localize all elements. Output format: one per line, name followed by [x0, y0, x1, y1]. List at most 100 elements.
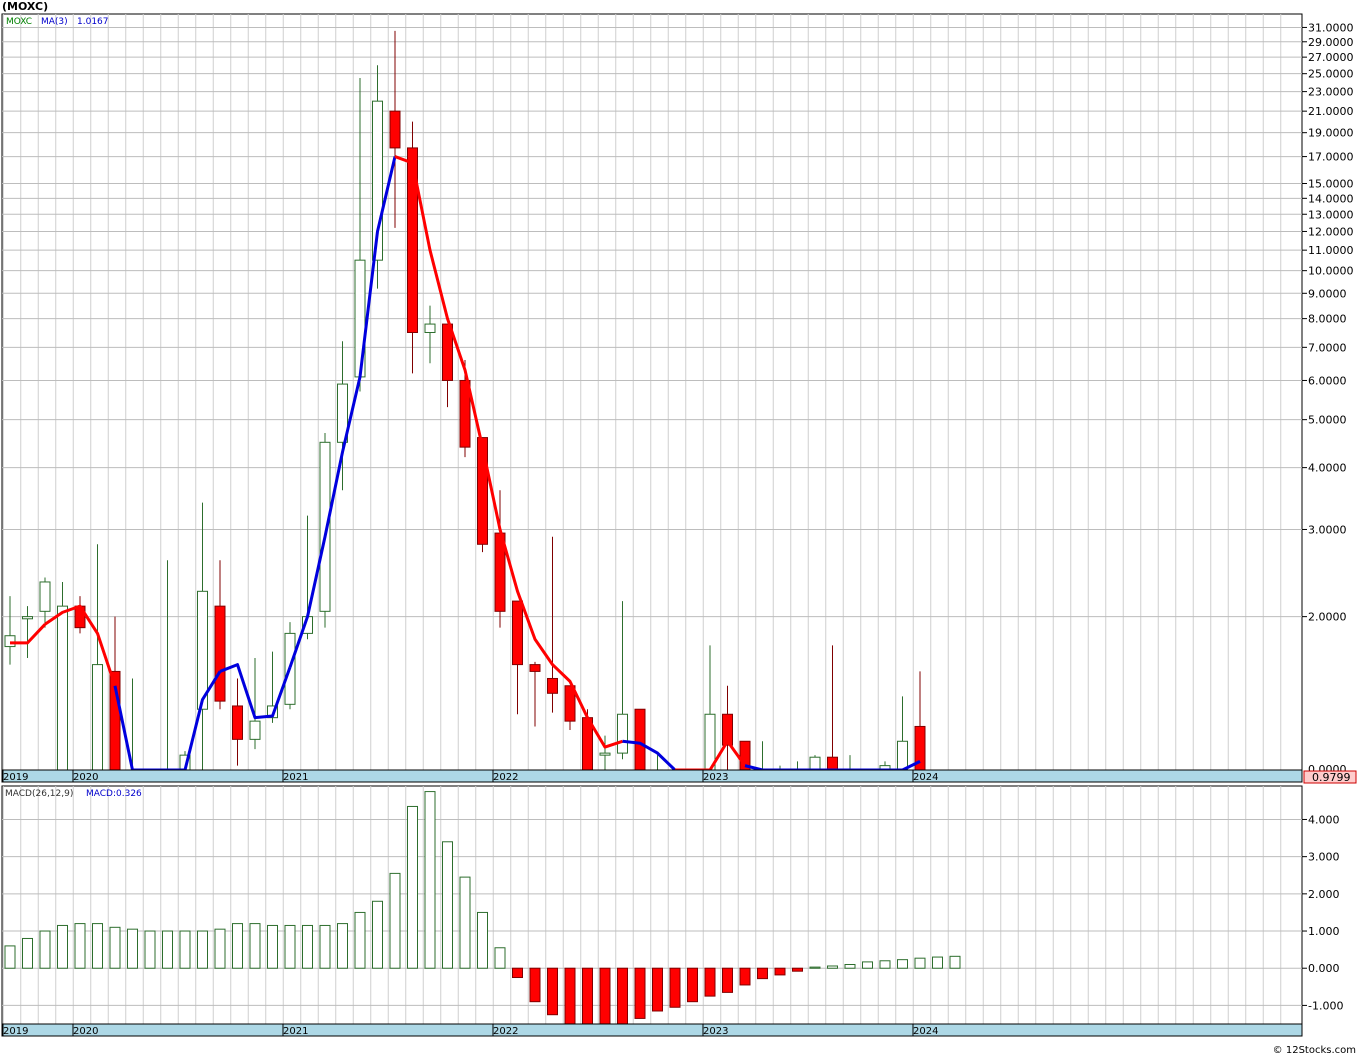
macd-bar — [302, 924, 313, 969]
macd-bar — [844, 964, 856, 969]
macd-bar — [197, 930, 208, 969]
price-tick-label: 6.0000 — [1308, 374, 1347, 387]
macd-bar — [354, 911, 366, 969]
macd-bar — [319, 924, 331, 969]
macd-bar — [127, 928, 138, 969]
candle-body — [547, 677, 558, 694]
price-tick-label: 12.0000 — [1308, 225, 1354, 238]
ma-value: 1.0167 — [77, 17, 109, 27]
price-tick-label: 21.0000 — [1308, 105, 1354, 118]
price-tick-label: 9.0000 — [1308, 287, 1347, 300]
candle-body — [4, 635, 16, 648]
macd-bar — [57, 924, 68, 969]
macd-tick-label: 3.000 — [1308, 851, 1340, 864]
macd-tick-label: 0.000 — [1308, 962, 1340, 975]
candle-body — [512, 600, 523, 666]
price-year-axis — [1, 769, 1303, 783]
macd-value-label: MACD:0.326 — [86, 789, 142, 799]
price-tick-label: 15.0000 — [1308, 177, 1354, 190]
macd-bar — [599, 967, 611, 1027]
macd-bar — [214, 928, 226, 969]
candle-body — [232, 705, 243, 740]
year-label: 2021 — [283, 772, 308, 783]
macd-bar — [827, 965, 838, 969]
macd-tick-label: 2.000 — [1308, 888, 1340, 901]
macd-bar — [862, 961, 873, 969]
macd-tick-label: -1.000 — [1308, 999, 1343, 1012]
price-tick-label: 3.0000 — [1308, 523, 1347, 536]
macd-bar — [477, 911, 488, 969]
macd-bar — [932, 956, 943, 969]
macd-bar — [809, 966, 821, 969]
macd-bar — [652, 967, 663, 1012]
macd-year-axis — [1, 1023, 1303, 1037]
macd-bar — [722, 967, 733, 993]
macd-bar — [617, 967, 628, 1025]
macd-bar — [757, 967, 768, 980]
candle-body — [57, 605, 68, 771]
price-tick-label: 17.0000 — [1308, 151, 1354, 164]
candle-body — [214, 605, 226, 702]
macd-bar — [267, 924, 278, 969]
macd-bar — [337, 923, 348, 969]
macd-bar — [424, 791, 436, 969]
candle-body — [634, 708, 646, 771]
candle-body — [39, 581, 51, 612]
price-tick-label: 10.0000 — [1308, 265, 1354, 278]
ma-label: MA(3) — [41, 17, 68, 27]
macd-bar — [494, 947, 506, 969]
macd-bar — [634, 967, 646, 1019]
macd-bar — [389, 872, 401, 969]
price-tick-label: 23.0000 — [1308, 86, 1354, 99]
macd-bar — [459, 876, 471, 969]
candle-body — [22, 616, 33, 620]
candle-body — [92, 664, 103, 771]
macd-tick-label: 1.000 — [1308, 925, 1340, 938]
candle-body — [389, 110, 401, 149]
candle-body — [249, 720, 261, 740]
price-tick-label: 2.0000 — [1308, 611, 1347, 624]
price-tick-label: 19.0000 — [1308, 127, 1354, 140]
year-label: 2024 — [913, 772, 938, 783]
macd-bar — [92, 923, 103, 969]
macd-bar — [704, 967, 716, 997]
macd-bar — [74, 923, 86, 969]
macd-bar — [547, 967, 558, 1016]
macd-bar — [284, 924, 296, 969]
macd-indicator-label: MACD(26,12,9) — [5, 789, 73, 799]
price-tick-label: 25.0000 — [1308, 68, 1354, 81]
macd-bar — [39, 930, 51, 969]
macd-bar — [897, 959, 908, 969]
year-label: 2019 — [3, 772, 28, 783]
candle-body — [827, 756, 838, 771]
candle-body — [617, 713, 628, 754]
macd-bar — [162, 930, 173, 969]
price-tick-label: 4.0000 — [1308, 462, 1347, 475]
macd-bar — [669, 967, 681, 1008]
macd-bar — [144, 930, 156, 969]
price-tick-label: 31.0000 — [1308, 21, 1354, 34]
candle-body — [529, 664, 541, 672]
price-tick-label: 13.0000 — [1308, 208, 1354, 221]
candle-body — [599, 752, 611, 756]
macd-bar — [22, 937, 33, 969]
macd-bar — [792, 967, 803, 972]
macd-bar — [529, 967, 541, 1003]
price-tick-label: 8.0000 — [1308, 313, 1347, 326]
year-label: 2023 — [703, 772, 728, 783]
macd-panel: 4.000 3.000 2.000 1.000 0.000 -1.000 MACD(26,1… — [1, 785, 1343, 1037]
price-tick-label: 11.0000 — [1308, 244, 1354, 257]
symbol-label: MOXC — [6, 17, 32, 27]
price-tick-label: 14.0000 — [1308, 192, 1354, 205]
price-tick-label: 29.0000 — [1308, 36, 1354, 49]
candle-body — [809, 756, 821, 771]
macd-bar — [109, 926, 121, 969]
price-tick-label: 7.0000 — [1308, 341, 1347, 354]
price-panel: 31.0000 29.0000 27.0000 25.0000 23.0000 21.00… — [1, 13, 1357, 784]
year-label: 2024 — [913, 1026, 938, 1037]
macd-bar — [4, 945, 16, 969]
last-price-label: 0.9799 — [1312, 771, 1351, 784]
price-tick-label: 5.0000 — [1308, 414, 1347, 427]
macd-bar — [949, 955, 961, 969]
chart-canvas: 31.0000 29.0000 27.0000 25.0000 23.0000 21.00… — [1, 13, 1357, 1037]
